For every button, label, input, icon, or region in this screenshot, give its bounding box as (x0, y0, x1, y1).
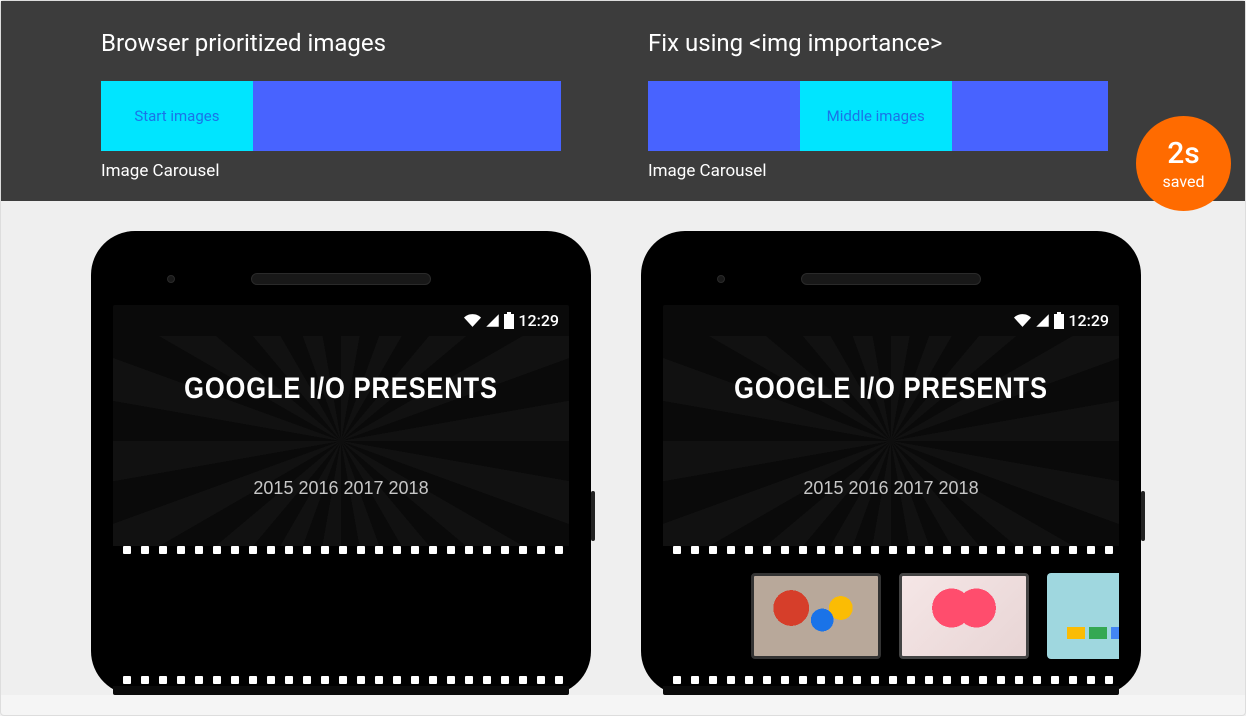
phone-top-bezel (663, 253, 1119, 305)
carousel-image-3 (1047, 573, 1119, 659)
carousel-start-fill (648, 81, 800, 151)
camera-dot (167, 275, 175, 283)
screen-content: GOOGLE I/O PRESENTS 2015 2016 2017 2018 (113, 336, 569, 686)
savings-value: 2s (1167, 135, 1200, 173)
phone-screen-left: 12:29 GOOGLE I/O PRESENTS 2015 2016 2017… (113, 305, 569, 695)
cell-signal-icon (485, 313, 500, 328)
phones-row: 12:29 GOOGLE I/O PRESENTS 2015 2016 2017… (1, 201, 1245, 695)
years-row: 2015 2016 2017 2018 (113, 478, 569, 499)
phone-left: 12:29 GOOGLE I/O PRESENTS 2015 2016 2017… (91, 231, 591, 695)
panel-left-title: Browser prioritized images (101, 29, 598, 57)
status-bar: 12:29 (113, 305, 569, 336)
panel-right-title: Fix using <img importance> (648, 29, 1145, 57)
perforation-bottom (663, 676, 1119, 686)
panel-right: Fix using <img importance> Middle images… (648, 29, 1145, 181)
carousel-image-1 (751, 573, 881, 659)
film-strip-loaded (663, 546, 1119, 686)
panel-left: Browser prioritized images Start images … (101, 29, 598, 181)
clock-text: 12:29 (1068, 311, 1109, 330)
carousel-caption-left: Image Carousel (101, 161, 598, 181)
phone-top-bezel (113, 253, 569, 305)
savings-label: saved (1163, 172, 1205, 192)
perforation-top (663, 546, 1119, 556)
perforation-top (113, 546, 569, 556)
film-body-loaded (663, 556, 1119, 676)
clock-text: 12:29 (518, 311, 559, 330)
years-row: 2015 2016 2017 2018 (663, 478, 1119, 499)
phone-screen-right: 12:29 GOOGLE I/O PRESENTS 2015 2016 2017… (663, 305, 1119, 695)
perforation-bottom (113, 676, 569, 686)
speaker-slot (251, 273, 431, 285)
presentation-title: GOOGLE I/O PRESENTS (147, 336, 535, 406)
battery-icon (504, 312, 514, 329)
wifi-icon (1014, 312, 1031, 329)
carousel-end-fill (952, 81, 1108, 151)
carousel-caption-right: Image Carousel (648, 161, 1145, 181)
carousel-remaining (253, 81, 561, 151)
status-bar: 12:29 (663, 305, 1119, 336)
carousel-highlight-start: Start images (101, 81, 253, 151)
power-button (591, 491, 595, 541)
screen-content: GOOGLE I/O PRESENTS 2015 2016 2017 2018 (663, 336, 1119, 686)
wifi-icon (464, 312, 481, 329)
carousel-highlight-middle: Middle images (800, 81, 952, 151)
battery-icon (1054, 312, 1064, 329)
film-body-empty (113, 556, 569, 676)
savings-badge: 2s saved (1136, 116, 1231, 211)
highlight-label: Start images (134, 107, 219, 125)
comparison-header: Browser prioritized images Start images … (1, 1, 1245, 201)
highlight-label: Middle images (827, 107, 925, 125)
speaker-slot (801, 273, 981, 285)
phone-right: 12:29 GOOGLE I/O PRESENTS 2015 2016 2017… (641, 231, 1141, 695)
presentation-title: GOOGLE I/O PRESENTS (697, 336, 1085, 406)
carousel-bar-left: Start images (101, 81, 561, 151)
carousel-bar-right: Middle images (648, 81, 1108, 151)
cell-signal-icon (1035, 313, 1050, 328)
camera-dot (717, 275, 725, 283)
film-strip-empty (113, 546, 569, 686)
power-button (1141, 491, 1145, 541)
carousel-image-2 (899, 573, 1029, 659)
